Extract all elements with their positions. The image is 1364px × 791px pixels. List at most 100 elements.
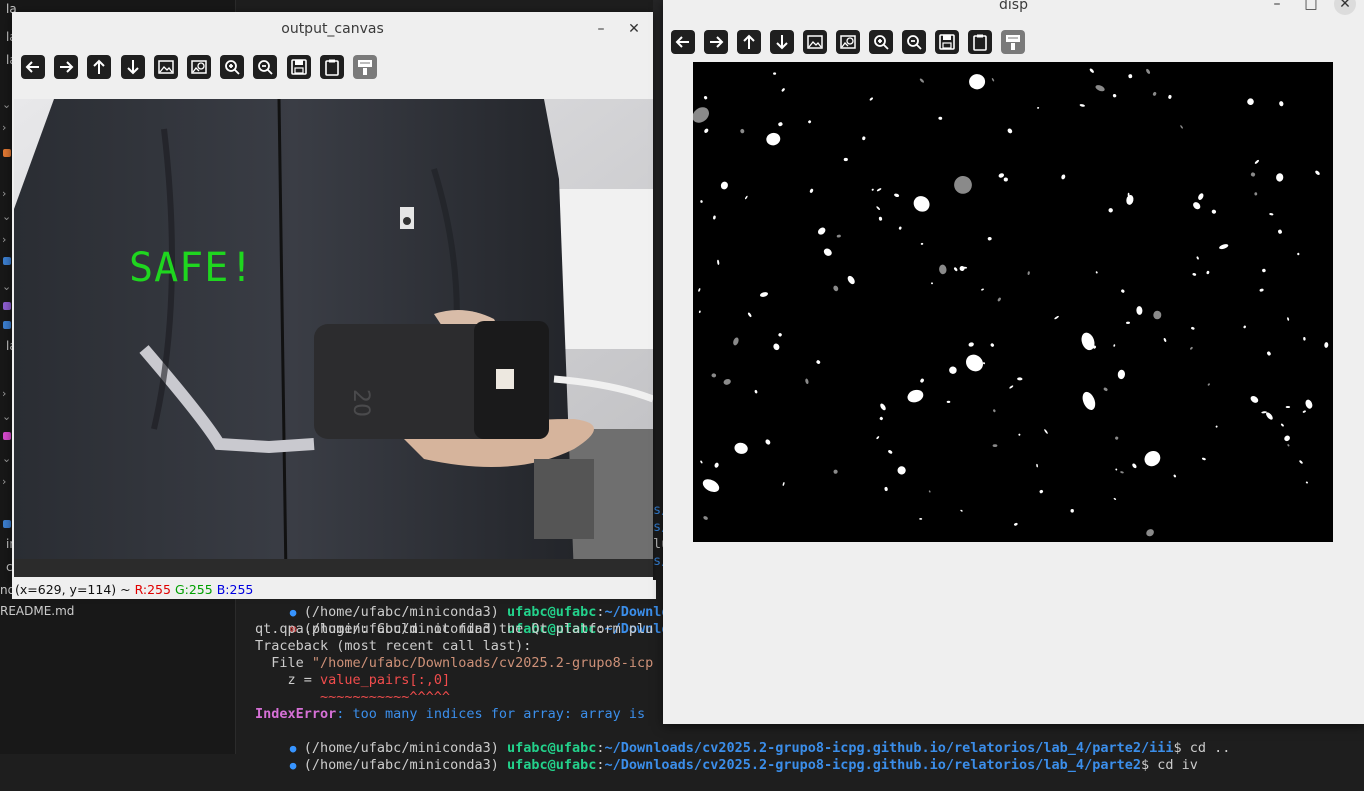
properties-button[interactable]: [353, 55, 377, 79]
disp-window[interactable]: disp – □ ✕: [663, 0, 1364, 724]
copy-clipboard-button[interactable]: [968, 30, 992, 54]
zoom-in-button[interactable]: [869, 30, 893, 54]
speckle: [880, 403, 886, 411]
speckle: [871, 188, 874, 191]
file-type-icon: [3, 321, 11, 329]
speckle: [1243, 325, 1246, 329]
speckle: [1193, 202, 1201, 210]
save-image-button[interactable]: [935, 30, 959, 54]
terminal-line: ⊗ (/home/ufabc/miniconda3) ufabc@ufabc:~/…: [289, 621, 703, 637]
file-type-icon: [3, 302, 11, 310]
speckle: [1017, 377, 1023, 381]
speckle: [1117, 369, 1126, 380]
speckle: [700, 460, 703, 464]
zoom-out-button[interactable]: [253, 55, 278, 79]
speckle: [1303, 337, 1306, 341]
pan-right-button[interactable]: [704, 30, 728, 54]
close-button[interactable]: ✕: [623, 18, 645, 40]
chevron-icon[interactable]: ⌄: [2, 98, 11, 111]
zoom-actual-button[interactable]: [187, 55, 211, 79]
speckle: [823, 248, 832, 256]
pan-right-button[interactable]: [54, 55, 79, 79]
pan-left-button[interactable]: [671, 30, 695, 54]
speckle: [1146, 529, 1154, 537]
chevron-icon[interactable]: ›: [2, 387, 6, 400]
speckle: [879, 416, 883, 421]
zoom-actual-button[interactable]: [836, 30, 860, 54]
pan-down-button[interactable]: [770, 30, 794, 54]
speckle: [1198, 193, 1204, 200]
zoom-in-button[interactable]: [220, 55, 245, 79]
camera-scene: 20: [14, 99, 653, 577]
speckle: [1219, 244, 1229, 250]
maximize-button[interactable]: □: [1300, 0, 1322, 15]
speckle: [991, 78, 995, 82]
zoom-out-button[interactable]: [902, 30, 926, 54]
speckle: [1070, 509, 1074, 513]
chevron-icon[interactable]: ⌄: [2, 210, 11, 223]
chevron-icon[interactable]: ›: [2, 233, 6, 246]
speckle: [907, 389, 924, 403]
output-canvas-window[interactable]: output_canvas – ✕ 20 SAFE! (x=629, y=114…: [12, 12, 656, 599]
speckle: [987, 236, 992, 241]
terminal-code-line: z = value_pairs[:,0]: [255, 672, 451, 688]
pan-up-button[interactable]: [737, 30, 761, 54]
speckle: [1127, 192, 1130, 197]
pan-down-button[interactable]: [120, 55, 145, 79]
speckle: [1267, 351, 1271, 356]
speckle: [720, 181, 728, 190]
chevron-icon[interactable]: ›: [2, 187, 6, 200]
speckle: [836, 234, 841, 238]
speckle: [817, 227, 826, 235]
speckle: [968, 342, 974, 347]
chevron-icon[interactable]: ⌄: [2, 452, 11, 465]
speckle: [1206, 270, 1210, 275]
speckle: [760, 292, 768, 297]
chevron-icon[interactable]: ⌄: [2, 410, 11, 423]
copy-clipboard-button[interactable]: [319, 55, 344, 79]
speckle: [713, 215, 716, 220]
minimize-button[interactable]: –: [1266, 0, 1288, 15]
camera-frame-image: 20 SAFE!: [14, 99, 653, 577]
speckle: [884, 486, 888, 492]
chevron-icon[interactable]: ›: [2, 475, 6, 488]
zoom-fit-button[interactable]: [803, 30, 827, 54]
speckle: [1036, 463, 1038, 468]
properties-button[interactable]: [1001, 30, 1025, 54]
speckle: [878, 216, 883, 221]
speckle: [1297, 252, 1300, 256]
chevron-icon[interactable]: ⌄: [2, 280, 11, 293]
speckle: [954, 267, 958, 272]
speckle: [693, 107, 710, 123]
disparity-mask-image: [693, 62, 1333, 542]
explorer-item[interactable]: README.md: [0, 604, 74, 618]
speckle: [1126, 194, 1134, 205]
speckle: [745, 195, 748, 200]
speckle: [1207, 383, 1210, 386]
pixel-status-bar: (x=629, y=114) ~ R:255 G:255 B:255: [12, 580, 656, 599]
speckle: [723, 378, 731, 385]
speckle: [1287, 444, 1290, 447]
speckle: [1278, 229, 1282, 234]
pan-left-button[interactable]: [21, 55, 45, 79]
speckle: [1284, 435, 1290, 442]
speckle: [949, 366, 957, 374]
speckle: [1250, 172, 1256, 177]
speckle: [782, 482, 785, 486]
chevron-icon[interactable]: ›: [2, 121, 6, 134]
speckle: [765, 439, 771, 445]
speckle: [1108, 208, 1113, 213]
speckle: [1061, 174, 1066, 180]
speckle: [1115, 468, 1118, 471]
disp-titlebar[interactable]: disp – □ ✕: [663, 0, 1364, 22]
speckle: [939, 264, 947, 275]
zoom-fit-button[interactable]: [153, 55, 178, 79]
speckle: [1259, 288, 1264, 292]
save-image-button[interactable]: [286, 55, 311, 79]
pan-up-button[interactable]: [87, 55, 112, 79]
output-canvas-titlebar[interactable]: output_canvas – ✕: [12, 12, 653, 46]
speckle: [1136, 306, 1143, 315]
minimize-button[interactable]: –: [590, 18, 612, 40]
speckle: [1009, 385, 1014, 389]
speckle: [754, 389, 758, 394]
